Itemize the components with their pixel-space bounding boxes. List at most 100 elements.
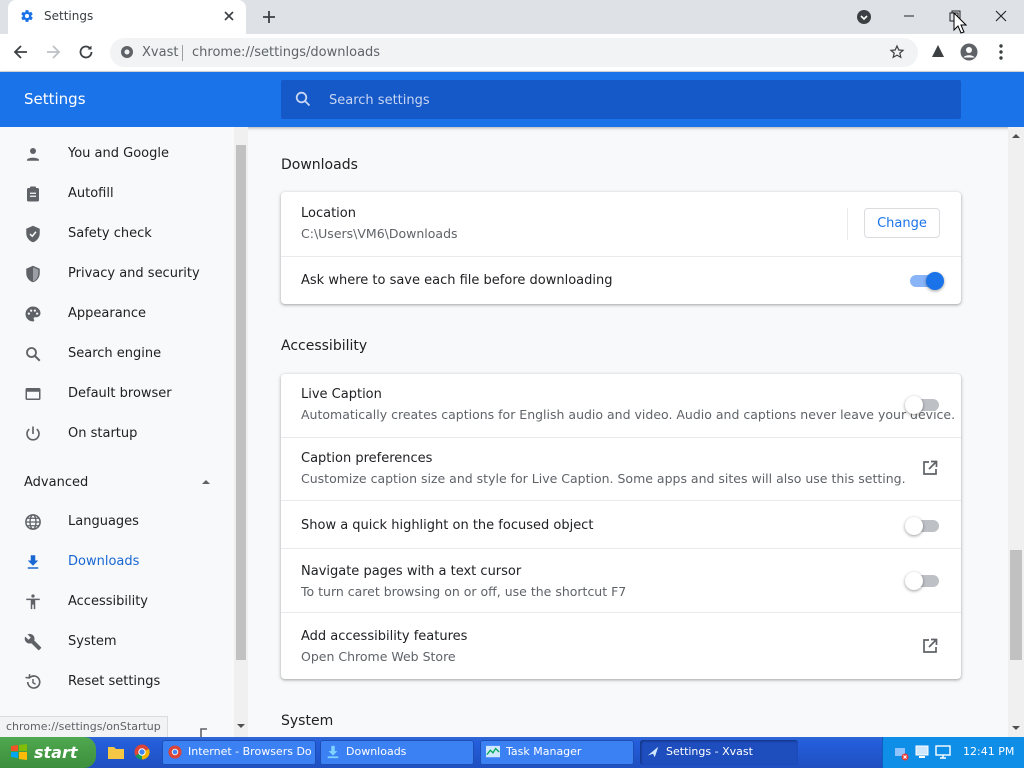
- chrome-icon[interactable]: [134, 744, 150, 760]
- sidebar-item-label: Default browser: [68, 386, 172, 401]
- location-label: Location: [301, 206, 356, 221]
- search-settings-box[interactable]: [281, 80, 961, 119]
- scroll-down-arrow-icon[interactable]: [236, 723, 246, 729]
- external-link-icon[interactable]: [200, 728, 214, 737]
- system-section-title: System: [281, 713, 334, 729]
- power-icon: [24, 425, 42, 443]
- wrench-icon: [24, 633, 42, 651]
- scroll-up-arrow-icon[interactable]: [1011, 133, 1021, 139]
- tab-strip: Settings: [0, 0, 1024, 34]
- tab-search-icon[interactable]: [856, 9, 872, 25]
- site-info-icon[interactable]: [120, 45, 134, 59]
- live-caption-toggle[interactable]: [905, 396, 941, 414]
- arrow-left-icon: [13, 45, 27, 59]
- reload-button[interactable]: [77, 43, 95, 61]
- add-features-desc: Open Chrome Web Store: [301, 649, 456, 664]
- close-tab-icon[interactable]: [222, 9, 236, 23]
- open-in-new-icon[interactable]: [922, 638, 938, 654]
- windows-logo-icon: [10, 744, 28, 760]
- sidebar-item-downloads[interactable]: Downloads: [0, 542, 234, 582]
- caret-browsing-label: Navigate pages with a text cursor: [301, 564, 522, 579]
- browser-icon: [24, 385, 42, 403]
- sidebar-item-safety-check[interactable]: Safety check: [0, 214, 234, 254]
- caret-browsing-desc: To turn caret browsing on or off, use th…: [301, 584, 627, 599]
- sidebar-item-label: Downloads: [68, 554, 140, 569]
- tab-settings[interactable]: Settings: [8, 0, 246, 34]
- accessibility-icon: [24, 593, 42, 611]
- sidebar-item-languages[interactable]: Languages: [0, 502, 234, 542]
- task-label: Internet - Browsers Do...: [188, 745, 312, 758]
- ask-where-toggle[interactable]: [910, 272, 944, 290]
- caret-browsing-row[interactable]: Navigate pages with a text cursor To tur…: [281, 548, 961, 613]
- site-label: Xvast: [142, 45, 179, 60]
- sidebar-item-label: System: [68, 634, 117, 649]
- taskbar-task-downloads[interactable]: Downloads: [320, 740, 474, 765]
- sidebar-scrollbar-thumb[interactable]: [236, 145, 246, 660]
- taskbar-task-task-manager[interactable]: Task Manager: [480, 740, 634, 765]
- download-icon: [326, 745, 340, 759]
- settings-sidebar: You and Google Autofill Safety check Pri…: [0, 127, 234, 737]
- address-bar[interactable]: Xvast chrome://settings/downloads: [110, 38, 918, 67]
- url-text[interactable]: chrome://settings/downloads: [192, 45, 380, 60]
- search-settings-input[interactable]: [327, 90, 931, 110]
- close-window-button[interactable]: [978, 5, 1024, 27]
- sidebar-item-label: On startup: [68, 426, 138, 441]
- add-features-label: Add accessibility features: [301, 629, 468, 644]
- sidebar-item-label: Appearance: [68, 306, 147, 321]
- caption-preferences-row[interactable]: Caption preferences Customize caption si…: [281, 437, 961, 501]
- download-icon: [24, 553, 42, 571]
- address-separator: [182, 45, 183, 61]
- taskbar-task-settings[interactable]: Settings - Xvast: [640, 740, 798, 765]
- ask-where-label: Ask where to save each file before downl…: [301, 273, 613, 288]
- xvast-icon: [646, 745, 660, 759]
- caret-browsing-toggle[interactable]: [905, 572, 941, 590]
- open-in-new-icon[interactable]: [922, 460, 938, 476]
- sidebar-item-label: Accessibility: [68, 594, 148, 609]
- focus-highlight-toggle[interactable]: [905, 517, 941, 535]
- sidebar-item-appearance[interactable]: Appearance: [0, 294, 234, 334]
- display-icon[interactable]: [935, 745, 951, 759]
- sidebar-item-you-and-google[interactable]: You and Google: [0, 134, 234, 174]
- profile-avatar-icon[interactable]: [960, 43, 978, 61]
- sidebar-item-default-browser[interactable]: Default browser: [0, 374, 234, 414]
- forward-button[interactable]: [44, 43, 62, 61]
- caret-up-icon[interactable]: [200, 478, 212, 486]
- menu-dots-icon[interactable]: [998, 43, 1004, 61]
- sidebar-item-reset-settings[interactable]: Reset settings: [0, 662, 234, 702]
- sidebar-item-autofill[interactable]: Autofill: [0, 174, 234, 214]
- network-warning-icon[interactable]: [893, 745, 909, 761]
- task-label: Settings - Xvast: [666, 745, 753, 758]
- history-icon: [24, 673, 42, 691]
- new-tab-button[interactable]: [260, 8, 278, 26]
- settings-main: Downloads Location C:\Users\VM6\Download…: [248, 127, 1008, 737]
- gear-icon: [20, 9, 34, 23]
- change-location-button[interactable]: Change: [864, 208, 940, 238]
- taskbar-task-internet[interactable]: Internet - Browsers Do...: [162, 740, 316, 765]
- sidebar-item-privacy-and-security[interactable]: Privacy and security: [0, 254, 234, 294]
- main-scrollbar-thumb[interactable]: [1010, 550, 1022, 660]
- settings-header: Settings: [0, 72, 1024, 127]
- sidebar-item-accessibility[interactable]: Accessibility: [0, 582, 234, 622]
- extension-icon[interactable]: [930, 43, 946, 59]
- advanced-section-toggle[interactable]: Advanced: [24, 475, 88, 490]
- row-divider: [847, 208, 848, 240]
- sidebar-item-on-startup[interactable]: On startup: [0, 414, 234, 454]
- start-button[interactable]: start: [0, 737, 96, 768]
- bookmark-star-icon[interactable]: [889, 44, 905, 60]
- ask-where-row[interactable]: Ask where to save each file before downl…: [281, 256, 961, 305]
- shield-icon: [24, 265, 42, 283]
- back-button[interactable]: [12, 43, 30, 61]
- monitor-icon[interactable]: [915, 745, 929, 759]
- folder-icon[interactable]: [108, 745, 124, 759]
- sidebar-item-search-engine[interactable]: Search engine: [0, 334, 234, 374]
- scroll-down-arrow-icon[interactable]: [1011, 725, 1021, 731]
- minimize-button[interactable]: [886, 5, 932, 27]
- sidebar-item-system[interactable]: System: [0, 622, 234, 662]
- add-accessibility-features-row[interactable]: Add accessibility features Open Chrome W…: [281, 612, 961, 680]
- accessibility-section-title: Accessibility: [281, 338, 368, 354]
- mouse-cursor-icon: [953, 12, 967, 34]
- focus-highlight-row[interactable]: Show a quick highlight on the focused ob…: [281, 500, 961, 549]
- browser-toolbar: Xvast chrome://settings/downloads: [0, 34, 1024, 72]
- live-caption-row[interactable]: Live Caption Automatically creates capti…: [281, 374, 961, 437]
- sidebar-item-label: Languages: [68, 514, 139, 529]
